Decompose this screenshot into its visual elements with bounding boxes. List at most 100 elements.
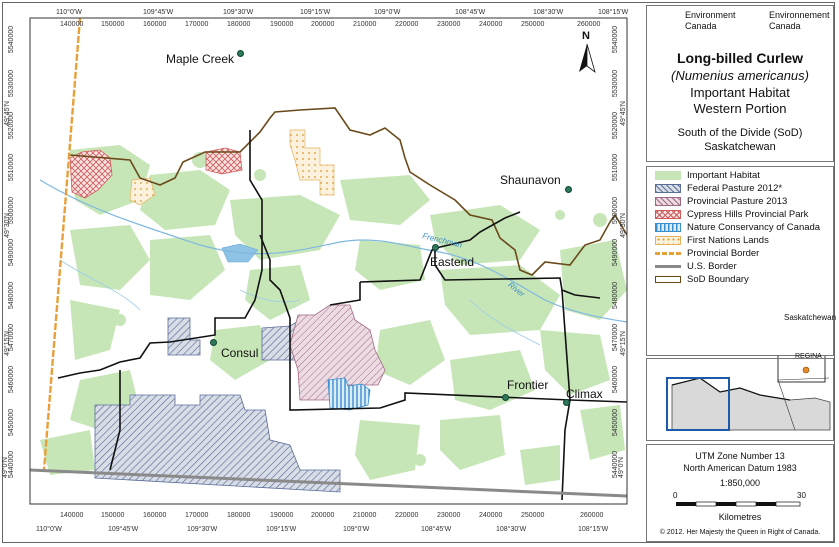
- scale-bar-end: 30: [797, 491, 806, 500]
- right-northing-tick: 5500000: [612, 196, 620, 225]
- bottom-lon-tick: 109°30'W: [187, 526, 218, 533]
- maple-creek-marker-icon: [237, 50, 244, 57]
- projection-line-2: North American Datum 1983: [683, 463, 797, 473]
- place-frontier: Frontier: [507, 378, 549, 392]
- agency-fr: Environnement Canada: [769, 10, 830, 31]
- legend-item-federal-pasture: Federal Pasture 2012*: [655, 183, 782, 194]
- projection-line-1: UTM Zone Number 13: [695, 451, 785, 461]
- frontier-marker-icon: [502, 394, 509, 401]
- map-title: Long-billed Curlew: [677, 50, 803, 66]
- scale-unit: Kilometres: [718, 512, 762, 522]
- top-easting-tick: 230000: [437, 21, 461, 28]
- bottom-lon-tick: 109°0'W: [343, 526, 370, 533]
- bottom-easting-tick: 240000: [479, 512, 503, 519]
- bottom-lon-tick: 108°45'W: [421, 526, 452, 533]
- right-northing-tick: 5460000: [612, 365, 620, 394]
- left-northing-tick: 5480000: [8, 281, 16, 310]
- bottom-lon-tick: 110°0'W: [36, 526, 62, 533]
- top-lon-tick: 109°45'W: [143, 9, 174, 16]
- right-northing-tick: 5510000: [612, 153, 620, 182]
- legend-item-us-border: U.S. Border: [655, 261, 737, 272]
- top-lon-tick: 110°0'W: [56, 9, 82, 16]
- bottom-easting-tick: 260000: [580, 512, 604, 519]
- map-scale: 1:850,000: [719, 478, 761, 488]
- shaunavon-marker-icon: [565, 186, 572, 193]
- top-easting-tick: 250000: [521, 21, 545, 28]
- bottom-easting-tick: 190000: [270, 512, 294, 519]
- left-northing-tick: 5510000: [8, 153, 16, 182]
- top-lon-tick: 109°0'W: [374, 9, 401, 16]
- right-northing-tick: 5450000: [612, 408, 620, 437]
- bottom-easting-tick: 210000: [353, 512, 377, 519]
- top-lon-tick: 108°15'W: [598, 9, 629, 16]
- legend-item-nature-conservancy: Nature Conservancy of Canada: [655, 222, 820, 233]
- left-northing-tick: 5490000: [8, 238, 16, 267]
- place-eastend: Eastend: [430, 255, 475, 269]
- top-easting-tick: 240000: [479, 21, 503, 28]
- place-climax: Climax: [566, 387, 603, 401]
- nature-conservancy-swatch-icon: [655, 223, 681, 232]
- top-easting-tick: 160000: [143, 21, 167, 28]
- top-lon-tick: 108°30'W: [533, 9, 564, 16]
- legend-item-provincial-pasture: Provincial Pasture 2013: [655, 196, 787, 207]
- inset-province-label: Saskatchewan: [784, 313, 837, 322]
- right-northing-tick: 5530000: [612, 69, 620, 98]
- subtitle-2: Western Portion: [693, 101, 787, 116]
- left-northing-tick: 5530000: [8, 69, 16, 98]
- top-lon-tick: 108°45'W: [455, 9, 486, 16]
- first-nations-swatch-icon: [655, 236, 681, 245]
- top-easting-tick: 210000: [353, 21, 377, 28]
- bottom-lon-tick: 109°15'W: [266, 526, 297, 533]
- left-northing-tick: 5540000: [8, 25, 16, 54]
- right-northing-tick: 5470000: [612, 323, 620, 352]
- legend-item-cypress-hills: Cypress Hills Provincial Park: [655, 209, 808, 220]
- right-lat-tick: 49°0'N: [617, 457, 625, 478]
- place-consul: Consul: [221, 346, 259, 360]
- left-lat-tick: 49°45'N: [3, 101, 11, 126]
- important-habitat-swatch-icon: [655, 171, 681, 180]
- top-easting-tick: 260000: [577, 21, 601, 28]
- top-easting-tick: 140000: [60, 21, 84, 28]
- region-1: South of the Divide (SoD): [677, 127, 803, 139]
- subtitle-1: Important Habitat: [690, 85, 790, 100]
- right-lat-tick: 49°30'N: [619, 213, 627, 238]
- left-northing-tick: 5450000: [8, 408, 16, 437]
- bottom-lon-tick: 108°30'W: [496, 526, 527, 533]
- left-lat-tick: 49°15'N: [3, 331, 11, 356]
- right-northing-tick: 5480000: [612, 281, 620, 310]
- sod-boundary-swatch-icon: [655, 276, 681, 283]
- top-easting-tick: 180000: [227, 21, 251, 28]
- latin-name: (Numenius americanus): [671, 68, 809, 83]
- place-shaunavon: Shaunavon: [500, 173, 561, 187]
- agency-en: Environment Canada: [685, 10, 736, 31]
- top-lon-tick: 109°15'W: [300, 9, 331, 16]
- title-panel: Environment Canada Environnement Canada …: [646, 5, 834, 162]
- top-easting-tick: 220000: [395, 21, 419, 28]
- right-northing-tick: 5540000: [612, 25, 620, 54]
- top-lon-tick: 109°30'W: [223, 9, 254, 16]
- top-easting-tick: 200000: [311, 21, 335, 28]
- legend-item-important-habitat: Important Habitat: [655, 170, 760, 181]
- bottom-easting-tick: 250000: [521, 512, 545, 519]
- left-northing-tick: 5440000: [8, 450, 16, 479]
- region-2: Saskatchewan: [704, 141, 776, 153]
- right-northing-tick: 5490000: [612, 238, 620, 267]
- federal-pasture-swatch-icon: [655, 184, 681, 193]
- legend-item-provincial-border: Provincial Border: [655, 248, 759, 259]
- legend-panel: Important Habitat Federal Pasture 2012* …: [646, 166, 837, 360]
- right-northing-tick: 5520000: [612, 111, 620, 140]
- right-lat-tick: 49°15'N: [619, 331, 627, 356]
- bottom-easting-tick: 160000: [143, 512, 167, 519]
- legend-item-sod-boundary: SoD Boundary: [655, 274, 749, 285]
- us-border-swatch-icon: [655, 265, 681, 268]
- left-northing-tick: 5460000: [8, 365, 16, 394]
- bottom-lon-tick: 108°15'W: [578, 526, 609, 533]
- provincial-border-swatch-icon: [655, 252, 681, 255]
- left-lat-tick: 49°30'N: [3, 213, 11, 238]
- cypress-hills-swatch-icon: [655, 210, 681, 219]
- provincial-pasture-swatch-icon: [655, 197, 681, 206]
- projection-panel: UTM Zone Number 13 North American Datum …: [646, 444, 834, 542]
- copyright: © 2012. Her Majesty the Queen in Right o…: [659, 529, 821, 536]
- legend-item-first-nations: First Nations Lands: [655, 235, 769, 246]
- scale-bar-start: 0: [673, 491, 678, 500]
